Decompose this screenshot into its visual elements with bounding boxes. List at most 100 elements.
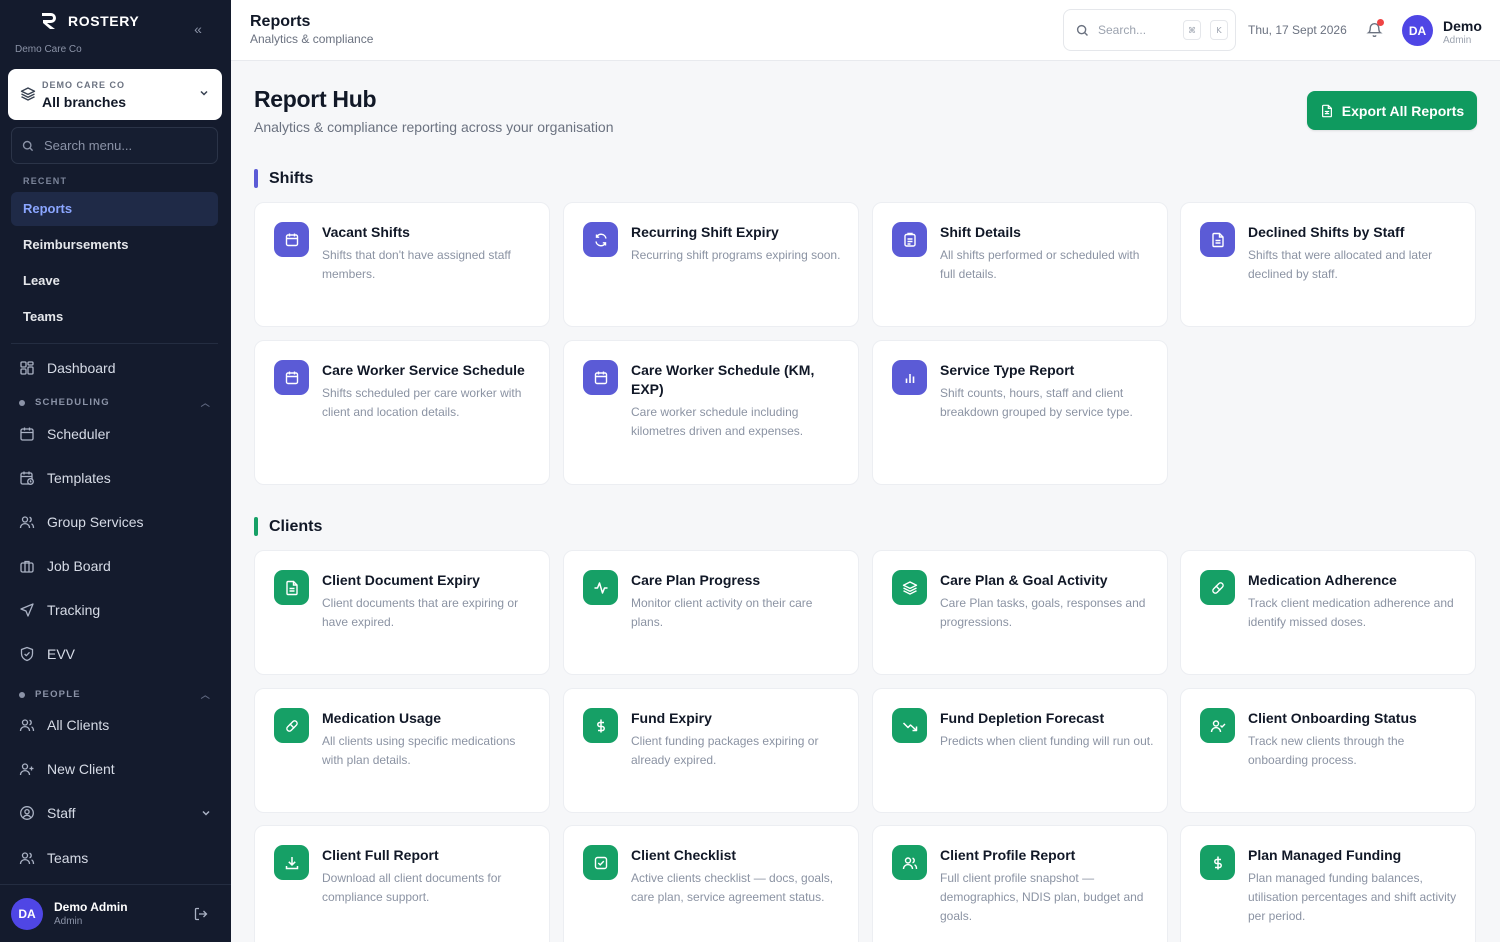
global-search[interactable]: ⌘ K [1063, 9, 1236, 51]
layers-icon [20, 87, 36, 101]
report-card-description: Care Plan tasks, goals, responses and pr… [940, 596, 1146, 629]
report-card-declined-shifts[interactable]: Declined Shifts by Staff Shifts that wer… [1180, 202, 1476, 327]
recent-item-reimbursements[interactable]: Reimbursements [11, 228, 218, 262]
kbd-k: K [1210, 20, 1228, 40]
group-scheduling[interactable]: SCHEDULING ︿ [19, 396, 211, 409]
bar-chart-icon [892, 360, 927, 395]
report-card-title: Client Profile Report [940, 847, 1076, 863]
report-card-care-plan-progress[interactable]: Care Plan Progress Monitor client activi… [563, 550, 859, 675]
section-accent-bar [254, 517, 258, 536]
chevron-up-icon: ︿ [200, 398, 211, 408]
nav-tracking[interactable]: Tracking [11, 592, 218, 628]
nav-scheduler-label: Scheduler [47, 426, 111, 442]
report-card-recurring-shift-expiry[interactable]: Recurring Shift Expiry Recurring shift p… [563, 202, 859, 327]
report-card-title: Medication Usage [322, 710, 442, 726]
report-card-description: Shifts scheduled per care worker with cl… [322, 386, 522, 419]
report-card-description: Shifts that were allocated and later dec… [1248, 248, 1433, 281]
report-card-description: Track new clients through the onboarding… [1248, 734, 1405, 767]
briefcase-icon [20, 560, 34, 573]
report-card-fund-depletion-forecast[interactable]: Fund Depletion Forecast Predicts when cl… [872, 688, 1168, 813]
trend-down-icon [892, 708, 927, 743]
report-card-title: Medication Adherence [1248, 572, 1397, 588]
report-card-client-document-expiry[interactable]: Client Document Expiry Client documents … [254, 550, 550, 675]
recent-item-teams[interactable]: Teams [11, 300, 218, 334]
nav-scheduler[interactable]: Scheduler [11, 416, 218, 452]
sidebar-user-name: Demo Admin [54, 900, 128, 914]
report-card-plan-managed-funding[interactable]: Plan Managed Funding Plan managed fundin… [1180, 825, 1476, 942]
nav-new-client[interactable]: New Client [11, 751, 218, 787]
avatar[interactable]: DA [1402, 15, 1433, 46]
report-card-title: Care Worker Service Schedule [322, 362, 525, 378]
nav-all-clients[interactable]: All Clients [11, 707, 218, 743]
nav-templates-label: Templates [47, 470, 111, 486]
nav-evv[interactable]: EVV [11, 636, 218, 672]
report-card-care-worker-schedule-km-exp[interactable]: Care Worker Schedule (KM, EXP) Care work… [563, 340, 859, 485]
document-icon [1200, 222, 1235, 257]
recent-item-reports[interactable]: Reports [11, 192, 218, 226]
report-card-medication-adherence[interactable]: Medication Adherence Track client medica… [1180, 550, 1476, 675]
report-card-client-checklist[interactable]: Client Checklist Active clients checklis… [563, 825, 859, 942]
export-all-reports-button[interactable]: Export All Reports [1307, 91, 1477, 130]
section-clients-header: Clients [254, 517, 322, 536]
nav-templates[interactable]: Templates [11, 460, 218, 496]
user-check-icon [1200, 708, 1235, 743]
nav-job-board-label: Job Board [47, 558, 111, 574]
section-shifts-title: Shifts [269, 169, 314, 187]
report-card-description: All shifts performed or scheduled with f… [940, 248, 1140, 281]
nav-staff[interactable]: Staff [11, 795, 218, 831]
report-card-care-plan-goal-activity[interactable]: Care Plan & Goal Activity Care Plan task… [872, 550, 1168, 675]
sidebar: ROSTERY Demo Care Co « DEMO CARE CO All … [0, 0, 231, 942]
group-dot [19, 691, 25, 698]
report-card-description: Active clients checklist — docs, goals, … [631, 871, 834, 904]
users-icon [892, 845, 927, 880]
report-card-fund-expiry[interactable]: Fund Expiry Client funding packages expi… [563, 688, 859, 813]
group-people[interactable]: PEOPLE ︿ [19, 688, 211, 701]
avatar[interactable]: DA [11, 898, 43, 930]
nav-job-board[interactable]: Job Board [11, 548, 218, 584]
nav-teams[interactable]: Teams [11, 840, 218, 876]
recent-item-leave[interactable]: Leave [11, 264, 218, 298]
logout-icon[interactable] [193, 906, 209, 922]
report-card-client-profile-report[interactable]: Client Profile Report Full client profil… [872, 825, 1168, 942]
user-plus-icon [19, 763, 34, 776]
report-card-service-type-report[interactable]: Service Type Report Shift counts, hours,… [872, 340, 1168, 485]
export-all-reports-label: Export All Reports [1341, 102, 1465, 119]
report-card-client-full-report[interactable]: Client Full Report Download all client d… [254, 825, 550, 942]
nav-group-services-label: Group Services [47, 514, 144, 530]
report-card-vacant-shifts[interactable]: Vacant Shifts Shifts that don't have ass… [254, 202, 550, 327]
report-card-medication-usage[interactable]: Medication Usage All clients using speci… [254, 688, 550, 813]
brand-name: ROSTERY [68, 13, 140, 29]
report-card-description: Plan managed funding balances, utilisati… [1248, 871, 1457, 923]
users-icon [19, 516, 35, 529]
sidebar-search[interactable] [11, 127, 218, 164]
file-spreadsheet-icon [1321, 104, 1332, 117]
chevron-down-icon [202, 810, 210, 816]
group-scheduling-label: SCHEDULING [35, 397, 110, 408]
users-icon [19, 852, 35, 865]
report-card-title: Care Worker Schedule (KM, EXP) [631, 362, 815, 397]
report-card-client-onboarding-status[interactable]: Client Onboarding Status Track new clien… [1180, 688, 1476, 813]
report-card-title: Recurring Shift Expiry [631, 224, 779, 240]
sidebar-user-role: Admin [54, 916, 83, 927]
calendar-icon [20, 427, 34, 441]
nav-dashboard[interactable]: Dashboard [11, 350, 218, 386]
report-card-description: All clients using specific medications w… [322, 734, 516, 767]
collapse-sidebar-icon[interactable]: « [189, 20, 207, 38]
report-card-shift-details[interactable]: Shift Details All shifts performed or sc… [872, 202, 1168, 327]
branch-selector[interactable]: DEMO CARE CO All branches [8, 69, 222, 120]
grid-icon [20, 361, 34, 375]
section-shifts-header: Shifts [254, 169, 313, 188]
report-card-care-worker-service-schedule[interactable]: Care Worker Service Schedule Shifts sche… [254, 340, 550, 485]
report-card-title: Care Plan & Goal Activity [940, 572, 1108, 588]
notification-dot [1377, 19, 1384, 26]
global-search-input[interactable] [1098, 23, 1174, 37]
report-card-title: Service Type Report [940, 362, 1075, 378]
topbar-user-name: Demo [1443, 18, 1482, 34]
sidebar-search-input[interactable] [44, 138, 204, 153]
report-card-title: Vacant Shifts [322, 224, 410, 240]
brand[interactable]: ROSTERY [40, 12, 139, 30]
document-icon [274, 570, 309, 605]
report-card-title: Declined Shifts by Staff [1248, 224, 1405, 240]
nav-group-services[interactable]: Group Services [11, 504, 218, 540]
dollar-icon [583, 708, 618, 743]
